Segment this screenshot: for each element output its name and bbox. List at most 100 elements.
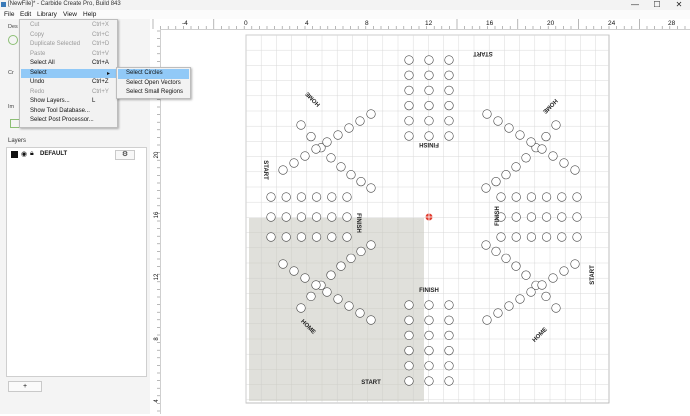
layer-color-swatch[interactable] [11, 151, 18, 158]
board-hole [404, 100, 414, 111]
board-hole [326, 270, 336, 280]
board-hole [542, 232, 552, 242]
board-hole [515, 130, 525, 140]
layers-list: ◉ 🔒︎ DEFAULT ⚙ [6, 147, 147, 377]
board-hole [296, 212, 306, 222]
board-hole [366, 315, 376, 325]
board-hole [281, 232, 291, 242]
submenu-item-select-small-regions[interactable]: Select Small Regions [118, 88, 189, 98]
board-hole [289, 158, 299, 168]
board-hole [296, 120, 306, 130]
board-hole [444, 70, 454, 80]
board-hole [311, 280, 321, 290]
menu-item-paste[interactable]: Paste Ctrl+V [21, 50, 116, 60]
menu-library[interactable]: Library [37, 10, 57, 19]
board-hole [333, 130, 343, 140]
menu-item-select-all[interactable]: Select All Ctrl+A [21, 59, 116, 69]
board-hole [404, 346, 414, 356]
board-hole [496, 232, 506, 242]
menu-item-select-post-processor[interactable]: Select Post Processor... [21, 116, 116, 126]
submenu-item-select-open-vectors[interactable]: Select Open Vectors [118, 79, 189, 89]
board-hole [548, 273, 558, 283]
menu-file[interactable]: File [4, 10, 14, 19]
board-hole [537, 280, 547, 290]
add-layer-button[interactable]: + [8, 381, 42, 392]
menu-item-duplicate-selected[interactable]: Duplicate Selected Ctrl+D [21, 40, 116, 50]
board-hole [346, 253, 356, 263]
menu-item-show-layers[interactable]: Show Layers... L [21, 97, 116, 107]
selection-shade [249, 218, 424, 401]
board-hole [344, 123, 354, 133]
menu-item-redo[interactable]: Redo Ctrl+Y [21, 88, 116, 98]
board-hole [300, 273, 310, 283]
close-button[interactable]: ✕ [668, 0, 690, 10]
board-hole [312, 232, 322, 242]
app-icon [1, 2, 6, 7]
board-hole [366, 109, 376, 119]
create-section-label: Cr [8, 70, 14, 76]
board-hole [424, 361, 434, 371]
board-hole [278, 259, 288, 269]
menu-item-show-tool-database[interactable]: Show Tool Database... [21, 107, 116, 117]
board-hole [281, 192, 291, 202]
board-hole [266, 192, 276, 202]
horizontal-ruler: -4 0 4 8 12 16 20 24 28 [150, 19, 690, 30]
ruler-label: 4 [305, 20, 309, 27]
board-hole [496, 192, 506, 202]
submenu-item-select-circles[interactable]: Select Circles [118, 69, 189, 79]
board-hole [444, 85, 454, 96]
menu-item-select[interactable]: Select ▸ [21, 68, 116, 78]
board-hole [501, 253, 511, 263]
board-hole [444, 315, 454, 325]
board-hole [542, 212, 552, 222]
chevron-right-icon: ▸ [107, 70, 111, 77]
board-hole [572, 212, 582, 222]
layer-row-default[interactable]: ◉ 🔒︎ DEFAULT ⚙ [7, 150, 146, 160]
board-hole [491, 177, 501, 187]
board-hole [541, 291, 551, 301]
design-canvas[interactable]: START FINISH START FINISH FINISH START F… [161, 30, 690, 414]
board-hole [572, 192, 582, 202]
board-hole [551, 303, 561, 313]
board-hole [570, 259, 580, 269]
board-hole [366, 183, 376, 193]
menu-item-undo[interactable]: Undo Ctrl+Z [21, 78, 116, 88]
design-tool-icon[interactable] [8, 35, 18, 45]
menu-help[interactable]: Help [83, 10, 96, 19]
board-hole [541, 132, 551, 142]
lock-icon[interactable]: 🔒︎ [30, 150, 34, 158]
board-hole [521, 270, 531, 280]
window-title: [NewFile]* - Carbide Create Pro, Build 8… [8, 1, 121, 7]
board-hole [336, 162, 346, 172]
maximize-button[interactable]: ☐ [646, 0, 668, 10]
board-hole [356, 246, 366, 256]
ruler-label: 16 [486, 20, 494, 27]
ruler-label: 0 [244, 20, 248, 27]
ruler-label: 8 [154, 337, 160, 341]
board-hole [327, 212, 337, 222]
board-hole [296, 303, 306, 313]
eye-icon[interactable]: ◉ [21, 150, 27, 158]
board-hole [424, 55, 434, 65]
ruler-label: 12 [425, 20, 433, 27]
board-hole [355, 116, 365, 126]
menu-edit[interactable]: Edit [20, 10, 31, 19]
ruler-label: 12 [154, 273, 160, 280]
title-bar: [NewFile]* - Carbide Create Pro, Build 8… [0, 0, 690, 10]
board-hole [444, 300, 454, 310]
board-hole [404, 70, 414, 80]
board-hole [296, 192, 306, 202]
edit-dropdown-menu: Cut Ctrl+X Copy Ctrl+C Duplicate Selected C… [19, 19, 118, 128]
menu-view[interactable]: View [63, 10, 77, 19]
menu-item-cut[interactable]: Cut Ctrl+X [21, 21, 116, 31]
board-label-start: START [262, 160, 268, 180]
import-section-label: Im [8, 104, 15, 110]
minimize-button[interactable]: — [624, 0, 646, 10]
menu-item-copy[interactable]: Copy Ctrl+C [21, 31, 116, 41]
board-hole [424, 315, 434, 325]
layer-settings-gear-icon[interactable]: ⚙ [115, 150, 135, 160]
board-hole [404, 315, 414, 325]
board-hole [404, 330, 414, 341]
board-hole [322, 137, 332, 147]
board-hole [312, 192, 322, 202]
